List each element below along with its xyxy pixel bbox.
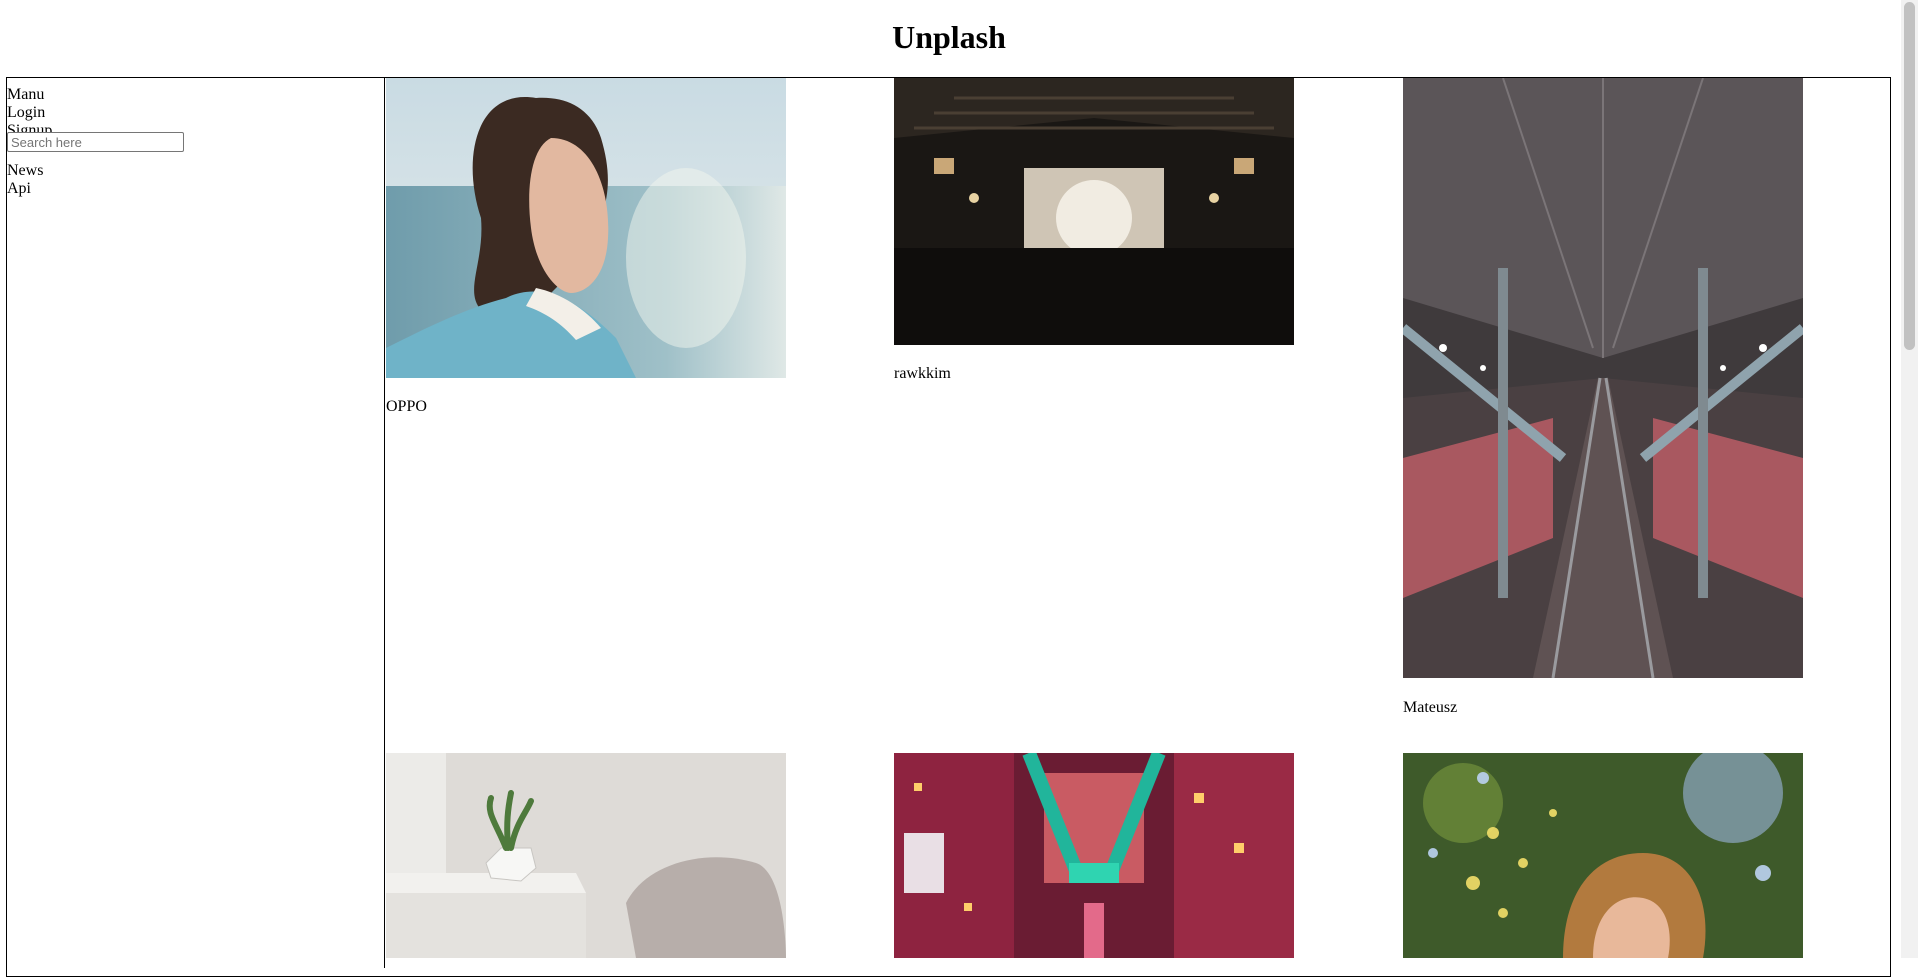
photo-woman-by-sea[interactable] [386,78,786,378]
sidebar-item-api[interactable]: Api [7,180,31,198]
page-title: Unplash [892,19,1006,55]
search-input[interactable] [7,132,184,152]
photo-author: rawkkim [894,365,951,382]
photo-woman-with-bokeh[interactable] [1403,753,1803,958]
photo-author: Mateusz [1403,699,1458,716]
photo-plant-on-table[interactable] [386,753,786,958]
sidebar-item-login[interactable]: Login [7,104,45,122]
sidebar-item-news[interactable]: News [7,162,43,180]
photo-author: OPPO [386,398,427,415]
scrollbar[interactable] [1901,0,1918,958]
photo-neon-street[interactable] [894,753,1294,958]
photo-dark-hall-interior[interactable] [894,78,1294,345]
photo-railway-station[interactable] [1403,78,1803,678]
sidebar-item-manu[interactable]: Manu [7,86,44,104]
scrollbar-thumb[interactable] [1904,2,1915,350]
sidebar: Manu Login Signup News Api [6,78,385,968]
